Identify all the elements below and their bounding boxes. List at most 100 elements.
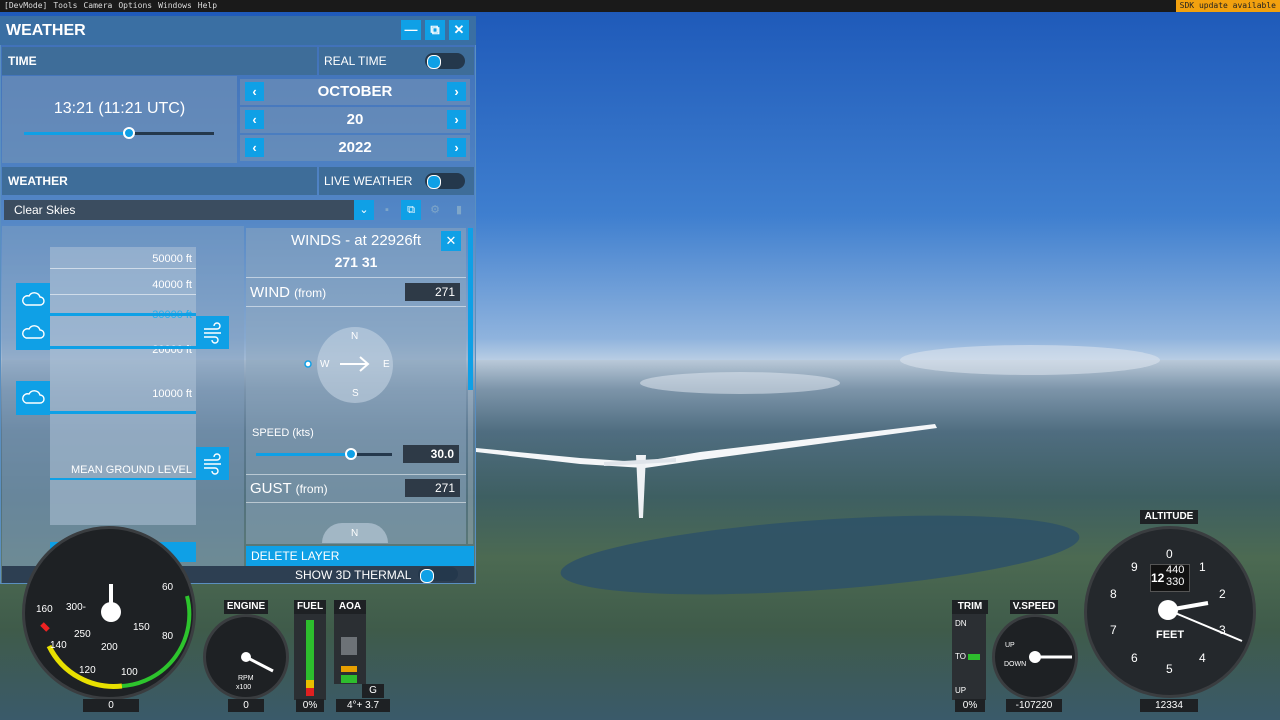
trim-takeoff: TO bbox=[955, 652, 966, 661]
airspeed-tick: 160 bbox=[36, 604, 53, 615]
wind-speed-slider-fill bbox=[256, 453, 352, 456]
airspeed-tick: 300- bbox=[66, 602, 87, 613]
trim-indicator bbox=[968, 654, 980, 660]
wind-speed-slider[interactable] bbox=[256, 448, 392, 460]
from-label: (from) bbox=[295, 482, 328, 496]
divider bbox=[246, 474, 466, 475]
speed-label: SPEED (kts) bbox=[252, 427, 314, 439]
gust-label: GUST bbox=[250, 480, 292, 497]
chevron-right-icon: › bbox=[454, 112, 459, 127]
menu-options[interactable]: Options bbox=[118, 0, 152, 12]
winds-scrollbar-thumb[interactable] bbox=[468, 228, 473, 390]
minimize-button[interactable]: — bbox=[401, 20, 421, 40]
wind-layer-button[interactable] bbox=[196, 316, 229, 349]
cloud-layer-button[interactable] bbox=[16, 316, 50, 350]
altitude-gridline bbox=[50, 294, 196, 295]
delete-preset-button[interactable]: ▮ bbox=[449, 200, 469, 220]
cloud-icon bbox=[22, 390, 45, 404]
menu-devmode[interactable]: [DevMode] bbox=[4, 0, 47, 12]
wind-speed-input[interactable]: 30.0 bbox=[403, 445, 459, 463]
chevron-right-icon: › bbox=[454, 84, 459, 99]
gust-direction-input[interactable]: 271 bbox=[405, 479, 460, 497]
menu-tools[interactable]: Tools bbox=[53, 0, 77, 12]
month-next-button[interactable]: › bbox=[447, 82, 466, 101]
winds-summary: 271 31 bbox=[334, 254, 378, 270]
close-icon: ✕ bbox=[453, 22, 465, 37]
wind-direction-input[interactable]: 271 bbox=[405, 283, 460, 301]
altitude-label: 50000 ft bbox=[152, 253, 192, 265]
time-slider-fill bbox=[24, 132, 129, 135]
cloud-layer-button[interactable] bbox=[16, 381, 50, 415]
compass-east: E bbox=[383, 359, 390, 370]
airspeed-tick: 200 bbox=[101, 642, 118, 653]
wind-layer-button[interactable] bbox=[196, 447, 229, 480]
show-3d-thermal-toggle[interactable] bbox=[418, 567, 458, 583]
time-slider[interactable] bbox=[24, 127, 214, 139]
sdk-update-notice[interactable]: SDK update available bbox=[1175, 0, 1280, 12]
dev-menu-bar: [DevMode] Tools Camera Options Windows H… bbox=[0, 0, 1280, 12]
engine-label: ENGINE bbox=[224, 600, 268, 614]
wind-icon bbox=[204, 453, 221, 475]
year-value: 2022 bbox=[338, 139, 372, 156]
menu-help[interactable]: Help bbox=[198, 0, 217, 12]
copy-preset-button[interactable]: ⧉ bbox=[401, 200, 421, 220]
live-weather-toggle[interactable] bbox=[425, 173, 465, 189]
airspeed-tick: 80 bbox=[162, 631, 174, 642]
minimize-icon: — bbox=[404, 22, 418, 37]
airspeed-tick: 120 bbox=[79, 665, 96, 676]
menu-windows[interactable]: Windows bbox=[158, 0, 192, 12]
menu-camera[interactable]: Camera bbox=[83, 0, 112, 12]
year-next-button[interactable]: › bbox=[447, 138, 466, 157]
airspeed-tick: 60 bbox=[162, 582, 174, 593]
popout-button[interactable]: ⧉ bbox=[425, 20, 445, 40]
real-time-toggle[interactable] bbox=[425, 53, 465, 69]
show-3d-thermal-label: SHOW 3D THERMAL bbox=[295, 568, 412, 582]
wind-direction-label: WIND (from) bbox=[250, 284, 326, 301]
from-label: (from) bbox=[294, 286, 327, 300]
delete-layer-button[interactable]: DELETE LAYER bbox=[246, 546, 474, 566]
cloud-icon bbox=[22, 292, 45, 306]
preset-settings-button[interactable]: ⚙ bbox=[425, 200, 445, 220]
trash-icon: ▮ bbox=[455, 204, 463, 216]
save-icon: ▪ bbox=[385, 204, 389, 216]
winds-close-button[interactable]: ✕ bbox=[441, 231, 461, 251]
preset-dropdown-button[interactable]: ⌄ bbox=[354, 200, 374, 220]
ground-level-label: MEAN GROUND LEVEL bbox=[70, 464, 192, 476]
wind-icon bbox=[204, 322, 221, 344]
altimeter-needles bbox=[1158, 600, 1243, 642]
trim-down: DN bbox=[955, 619, 967, 628]
gust-compass-north: N bbox=[351, 528, 359, 539]
divider bbox=[246, 502, 466, 503]
winds-title: WINDS - at 22926ft bbox=[290, 232, 422, 249]
fuel-bar-red bbox=[306, 688, 314, 696]
fuel-bar-yellow bbox=[306, 680, 314, 688]
close-icon: ✕ bbox=[445, 233, 457, 248]
copy-icon: ⧉ bbox=[407, 204, 415, 216]
time-slider-knob[interactable] bbox=[122, 127, 135, 139]
vspeed-label: V.SPEED bbox=[1010, 600, 1058, 614]
vspeed-needle bbox=[1029, 651, 1072, 663]
month-row: ‹ OCTOBER › bbox=[240, 79, 470, 105]
airspeed-readout: 0 bbox=[83, 699, 139, 712]
compass-south: S bbox=[352, 388, 359, 399]
cloud-layer-button[interactable] bbox=[16, 283, 50, 317]
day-next-button[interactable]: › bbox=[447, 110, 466, 129]
aoa-g-readout: 4°+ 3.7 bbox=[336, 699, 390, 712]
altitude-label: 40000 ft bbox=[152, 279, 192, 291]
wind-arrow-icon bbox=[304, 356, 370, 372]
fuel-bar-green bbox=[306, 620, 314, 680]
airspeed-tick: 150 bbox=[133, 622, 150, 633]
time-section-header: TIME bbox=[2, 47, 317, 75]
save-preset-button[interactable]: ▪ bbox=[377, 200, 397, 220]
wind-label: WIND bbox=[250, 284, 290, 301]
ground-level-line bbox=[50, 478, 196, 480]
altitude-gridline bbox=[50, 268, 196, 269]
aoa-bar-orange bbox=[341, 666, 357, 672]
month-value: OCTOBER bbox=[317, 83, 393, 100]
fuel-label: FUEL bbox=[294, 600, 326, 614]
cloud-icon bbox=[22, 325, 45, 339]
close-button[interactable]: ✕ bbox=[449, 20, 469, 40]
weather-section-header: WEATHER bbox=[2, 167, 317, 195]
rpm-multiplier: x100 bbox=[236, 684, 252, 691]
weather-preset-select[interactable]: Clear Skies bbox=[4, 200, 354, 220]
